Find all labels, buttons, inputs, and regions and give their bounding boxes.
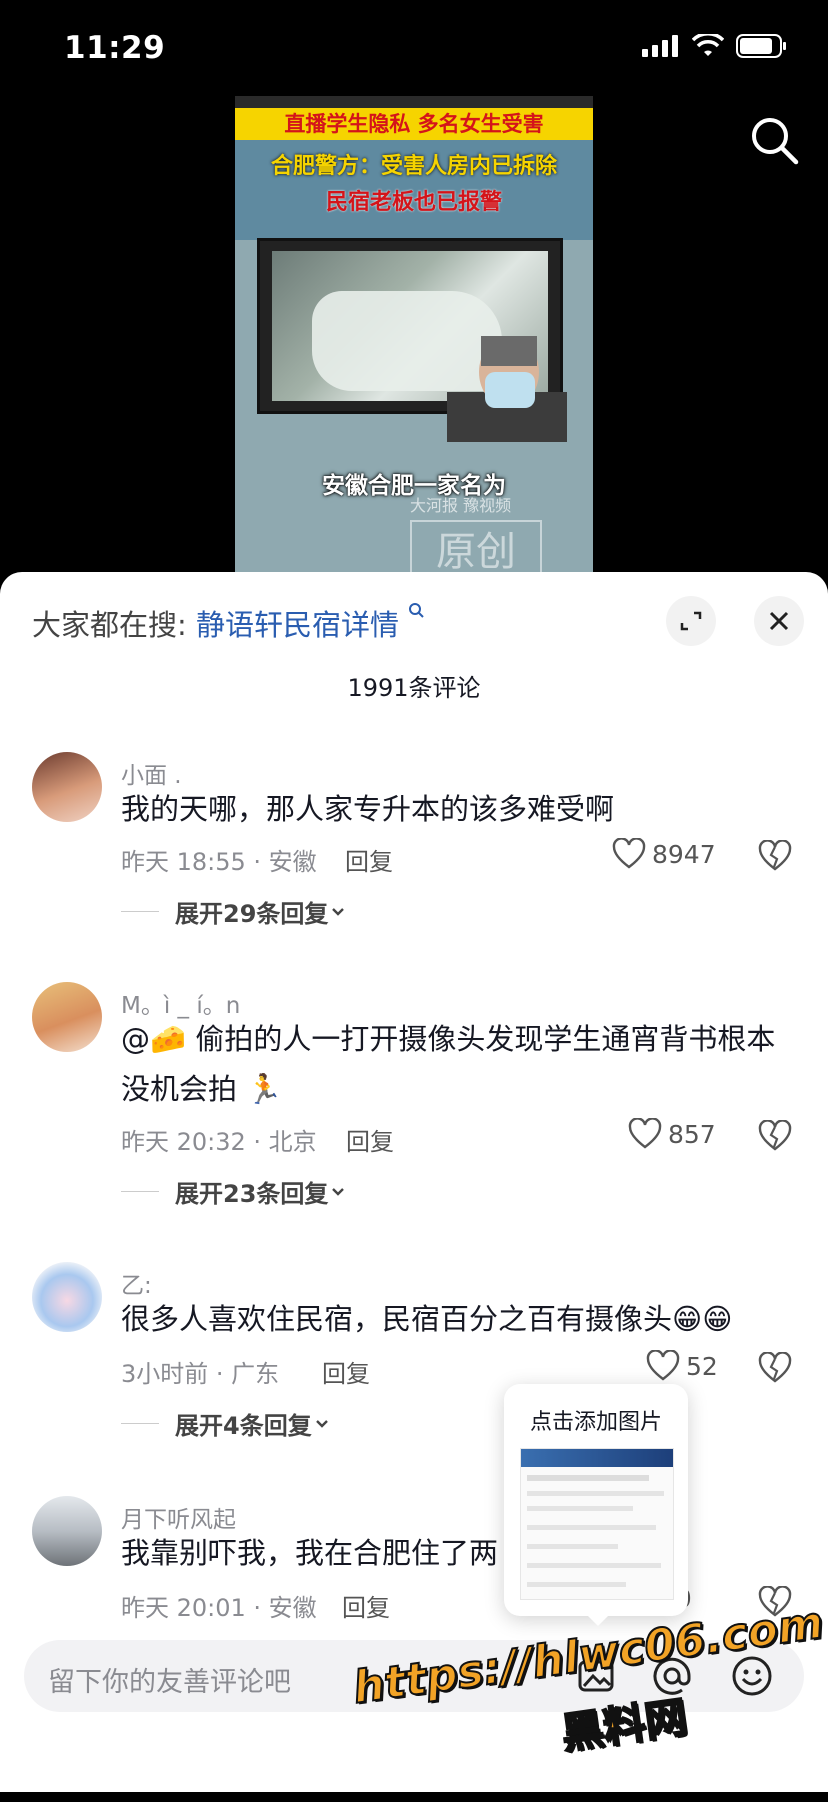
avatar[interactable] — [32, 1262, 102, 1332]
avatar[interactable] — [32, 1496, 102, 1566]
close-button[interactable] — [754, 596, 804, 646]
expand-replies[interactable]: 展开23条回复 — [121, 1174, 348, 1209]
comment-text: 我靠别吓我，我在合肥住了两 — [121, 1536, 499, 1570]
search-icon[interactable] — [746, 112, 802, 168]
status-time: 11:29 — [64, 30, 166, 66]
heart-icon — [628, 1118, 662, 1149]
comment-meta: 昨天 18:55 · 安徽 — [121, 848, 317, 876]
cellular-signal-icon — [642, 35, 678, 57]
video-banner-top: 直播学生隐私 多名女生受害 — [235, 96, 593, 140]
popup-title: 点击添加图片 — [529, 1410, 662, 1435]
reply-button[interactable]: 回复 — [345, 842, 393, 877]
expand-replies-label: 展开4条回复 — [175, 1412, 312, 1440]
heart-icon — [612, 838, 646, 869]
banner-line-2: 合肥警方：受害人房内已拆除 — [270, 154, 557, 179]
like-button[interactable]: 52 — [646, 1350, 718, 1382]
expand-replies-label: 展开23条回复 — [175, 1180, 329, 1208]
expand-replies[interactable]: 展开29条回复 — [121, 894, 348, 929]
banner-line-1: 直播学生隐私 多名女生受害 — [284, 112, 544, 136]
search-prefix: 大家都在搜: — [32, 608, 187, 642]
comment-input[interactable]: 留下你的友善评论吧 — [48, 1660, 291, 1699]
chevron-down-icon — [332, 1187, 345, 1196]
expand-replies[interactable]: 展开4条回复 — [121, 1406, 332, 1441]
reply-button[interactable]: 回复 — [342, 1588, 390, 1623]
reply-button[interactable]: 回复 — [322, 1354, 370, 1389]
broken-heart-icon[interactable] — [758, 840, 792, 872]
original-stamp: 原创 — [410, 520, 542, 572]
search-suggestion[interactable]: 大家都在搜: 静语轩民宿详情 — [32, 602, 424, 644]
video-source-watermark: 大河报 豫视频 — [410, 496, 512, 515]
broken-heart-icon[interactable] — [758, 1352, 792, 1384]
expand-icon — [680, 611, 702, 631]
comment-count: 1991条评论 — [347, 674, 481, 702]
comment-meta: 昨天 20:32 · 北京 — [121, 1128, 317, 1156]
comment-text: 我的天哪，那人家专升本的该多难受啊 — [121, 792, 615, 826]
video-player[interactable]: 直播学生隐私 多名女生受害 合肥警方：受害人房内已拆除 民宿老板也已报警 安徽合… — [235, 96, 593, 572]
expand-replies-label: 展开29条回复 — [175, 900, 329, 928]
like-button[interactable]: 8947 — [612, 838, 716, 870]
small-search-icon — [409, 603, 424, 618]
avatar[interactable] — [32, 752, 102, 822]
like-button[interactable]: 857 — [628, 1118, 716, 1150]
search-term-link[interactable]: 静语轩民宿详情 — [196, 608, 399, 642]
watermark-site-name: 黑料网 — [557, 1691, 691, 1759]
comment-text: 很多人喜欢住民宿，民宿百分之百有摄像头😁😁 — [121, 1302, 733, 1336]
heart-icon — [646, 1350, 680, 1381]
comment-text: @🧀 偷拍的人一打开摄像头发现学生通宵背书根本没机会拍 🏃 — [121, 1022, 776, 1106]
wifi-icon — [692, 34, 724, 56]
battery-icon — [736, 34, 786, 58]
person-figure — [447, 336, 567, 442]
chevron-down-icon — [315, 1419, 328, 1428]
like-count: 52 — [686, 1351, 718, 1381]
like-count: 857 — [668, 1119, 716, 1149]
expand-button[interactable] — [666, 596, 716, 646]
add-image-popup[interactable]: 点击添加图片 — [504, 1384, 688, 1626]
screenshot-thumbnail[interactable] — [520, 1448, 674, 1600]
like-count: 8947 — [652, 839, 716, 869]
comment-meta: 昨天 20:01 · 安徽 — [121, 1594, 317, 1622]
reply-button[interactable]: 回复 — [346, 1122, 394, 1157]
comment-meta: 3小时前 · 广东 — [121, 1360, 280, 1388]
broken-heart-icon[interactable] — [758, 1120, 792, 1152]
banner-line-3: 民宿老板也已报警 — [325, 190, 502, 215]
avatar[interactable] — [32, 982, 102, 1052]
close-icon — [769, 611, 789, 631]
status-icons — [642, 34, 788, 58]
status-bar: 11:29 — [0, 0, 828, 100]
chevron-down-icon — [332, 907, 345, 916]
